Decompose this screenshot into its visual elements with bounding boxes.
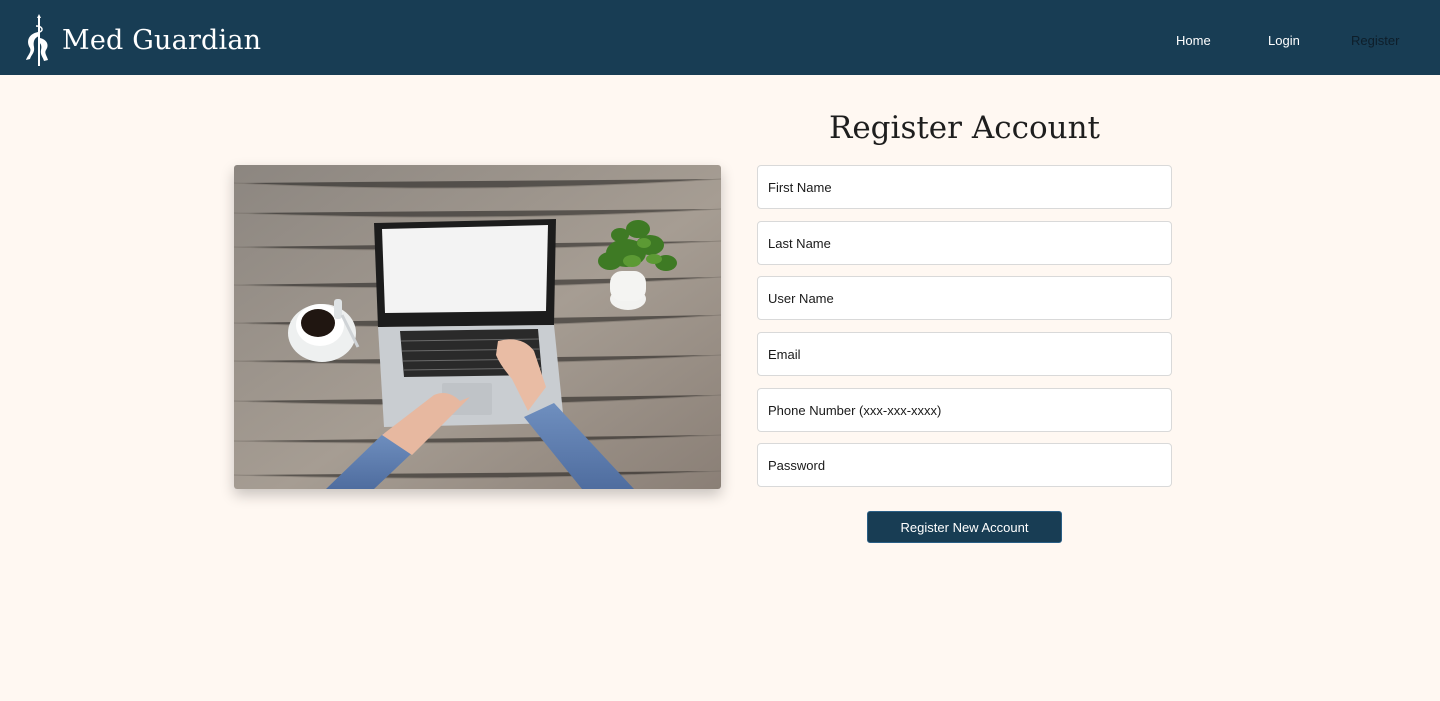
nav-register-link[interactable]: Register: [1351, 33, 1399, 48]
page-title: Register Account: [829, 110, 1100, 146]
email-input[interactable]: [757, 332, 1172, 376]
brand-name: Med Guardian: [62, 24, 262, 56]
hero-image: [234, 165, 721, 489]
nav-home-link[interactable]: Home: [1176, 33, 1211, 48]
last-name-input[interactable]: [757, 221, 1172, 265]
nav-login-link[interactable]: Login: [1268, 33, 1300, 48]
caduceus-logo-icon: [26, 14, 48, 66]
first-name-input[interactable]: [757, 165, 1172, 209]
phone-number-input[interactable]: [757, 388, 1172, 432]
user-name-input[interactable]: [757, 276, 1172, 320]
top-navbar: Med Guardian Home Login Register: [0, 0, 1440, 75]
laptop-desk-photo: [234, 165, 721, 489]
brand[interactable]: Med Guardian: [22, 12, 261, 68]
register-new-account-button[interactable]: Register New Account: [867, 511, 1062, 543]
password-input[interactable]: [757, 443, 1172, 487]
